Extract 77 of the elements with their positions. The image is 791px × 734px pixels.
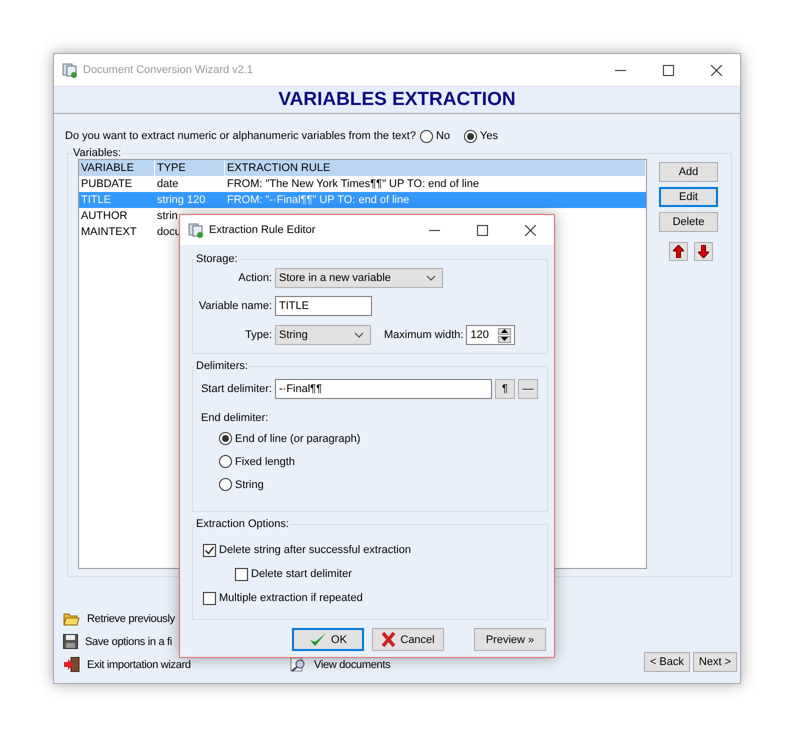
table-cell-text: PUBDATE: [80, 178, 134, 190]
folder-icon: [63, 611, 80, 626]
action-dropdown[interactable]: Store in a new variable: [275, 268, 443, 288]
table-cell-text: FROM: "The New York Times¶¶" UP TO: end of line: [226, 178, 480, 190]
cross-icon: [381, 632, 396, 647]
table-cell-text: date: [156, 178, 180, 190]
dialog-button[interactable]: Cancel: [372, 628, 444, 651]
maximize-icon: [662, 64, 674, 76]
action-link[interactable]: Exit importation wizard: [87, 658, 191, 670]
checkbox-label[interactable]: Multiple extraction if repeated: [219, 592, 363, 604]
radio-option[interactable]: End of line (or paragraph): [219, 427, 547, 450]
field-label: Type:: [244, 329, 273, 341]
input-field[interactable]: -·Final¶¶: [275, 379, 492, 399]
number-field[interactable]: 120: [466, 325, 516, 345]
column-header[interactable]: VARIABLE: [79, 160, 155, 176]
checkmark-icon: [204, 544, 215, 556]
dialog-button[interactable]: Preview »: [474, 628, 546, 651]
dropdown-caret-icon: [426, 275, 436, 281]
radio-option[interactable]: Fixed length: [219, 450, 547, 473]
save-icon: [63, 634, 78, 649]
window-title: Extraction Rule Editor: [209, 224, 316, 236]
field-label: Variable name:: [198, 300, 273, 312]
checkmark-icon: [309, 632, 328, 648]
app-icon: [188, 222, 204, 238]
field-label: Start delimiter:: [200, 383, 273, 395]
move-up-button[interactable]: [669, 242, 688, 261]
action-link[interactable]: Retrieve previously: [87, 612, 175, 624]
spinner-icon: [498, 328, 512, 342]
exit-icon: [63, 657, 80, 672]
field-label: Action:: [237, 272, 273, 284]
move-down-button[interactable]: [694, 242, 713, 261]
radio-option[interactable]: Yes: [464, 130, 498, 142]
table-cell-text: AUTHOR: [80, 210, 128, 222]
checkbox[interactable]: [235, 568, 248, 580]
question-text: Do you want to extract numeric or alphanumeric variables from the text?: [65, 130, 416, 142]
window-title: Document Conversion Wizard v2.1: [83, 64, 254, 76]
dropdown-caret-icon: [354, 332, 364, 338]
magnifier-icon: [290, 657, 307, 672]
checkbox-label[interactable]: Delete string after successful extraction: [219, 544, 411, 556]
type-dropdown[interactable]: String: [275, 325, 371, 345]
app-icon: [62, 62, 78, 78]
table-cell-text: FROM: "-·Final¶¶" UP TO: end of line: [226, 194, 410, 206]
checkbox[interactable]: [203, 592, 216, 604]
field-label: Maximum width:: [384, 329, 464, 341]
action-link[interactable]: Save options in a fi: [85, 636, 172, 648]
checkbox-label[interactable]: Delete start delimiter: [251, 568, 352, 580]
close-icon: [524, 224, 536, 236]
side-button[interactable]: Add: [659, 162, 718, 182]
action-link[interactable]: View documents: [314, 658, 390, 670]
table-cell-text: strin: [156, 210, 179, 222]
nav-button[interactable]: Next >: [692, 652, 737, 672]
field-label: End delimiter:: [201, 412, 270, 424]
radio-option[interactable]: String: [219, 473, 547, 496]
section-label: Delimiters:: [195, 360, 249, 372]
maximize-icon: [476, 224, 488, 236]
section-label: Storage:: [195, 253, 239, 265]
table-cell-text: MAINTEXT: [80, 226, 138, 238]
column-header[interactable]: TYPE: [155, 160, 225, 176]
nav-button[interactable]: < Back: [644, 652, 690, 672]
checkbox[interactable]: [203, 544, 216, 556]
dialog-button[interactable]: OK: [292, 628, 364, 651]
table-cell-text: string 120: [156, 194, 206, 206]
arrow-down-icon: [698, 245, 709, 258]
side-button[interactable]: Delete: [659, 212, 718, 232]
table-cell-text: TITLE: [80, 194, 112, 206]
section-label: Extraction Options:: [195, 518, 290, 530]
radio-option[interactable]: No: [420, 130, 450, 142]
side-button[interactable]: Edit: [659, 187, 718, 207]
table-row[interactable]: PUBDATE date FROM: "The New York Times¶¶" UP TO: end of line: [79, 176, 646, 192]
close-icon: [710, 64, 722, 76]
input-field[interactable]: TITLE: [275, 296, 372, 316]
insert-symbol-button[interactable]: ¶: [495, 379, 515, 399]
column-header[interactable]: EXTRACTION RULE: [225, 160, 646, 176]
page-heading: VARIABLES EXTRACTION: [278, 89, 516, 111]
section-label: Variables:: [72, 147, 122, 159]
insert-symbol-button[interactable]: —: [518, 379, 538, 399]
arrow-up-icon: [673, 245, 684, 258]
